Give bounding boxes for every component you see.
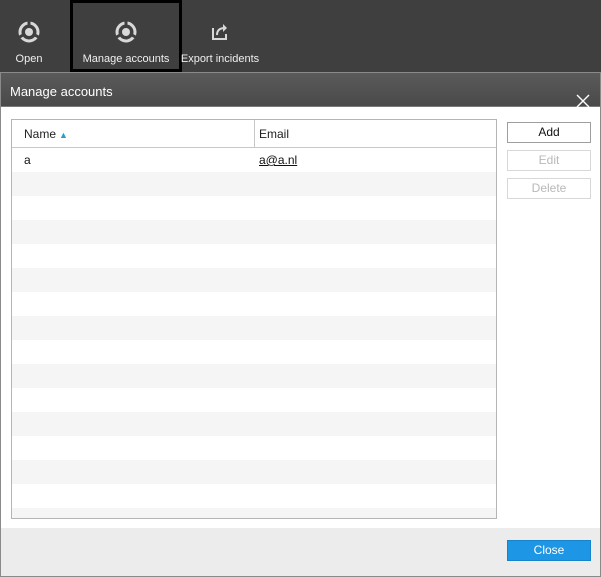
cell-email-link[interactable]: a@a.nl [255, 148, 496, 172]
empty-row [12, 244, 496, 268]
export-icon [208, 20, 232, 44]
edit-button[interactable]: Edit [507, 150, 591, 171]
open-button[interactable]: Open [0, 0, 58, 72]
account-ring-icon [114, 20, 138, 44]
close-button[interactable]: Close [507, 540, 591, 561]
empty-row [12, 316, 496, 340]
manage-accounts-label: Manage accounts [82, 53, 170, 65]
empty-row [12, 196, 496, 220]
cell-name: a [24, 153, 31, 167]
table-header: Name ▲ Email [12, 120, 496, 148]
empty-row [12, 340, 496, 364]
export-incidents-label: Export incidents [180, 53, 260, 65]
dialog-title-bar: Manage accounts [1, 73, 600, 108]
empty-row [12, 220, 496, 244]
empty-row [12, 508, 496, 518]
column-header-name[interactable]: Name ▲ [12, 120, 255, 148]
empty-row [12, 460, 496, 484]
dialog-title: Manage accounts [10, 84, 113, 99]
empty-row [12, 268, 496, 292]
empty-row [12, 172, 496, 196]
open-label: Open [15, 53, 43, 65]
dialog-footer: Close [1, 528, 600, 576]
delete-button[interactable]: Delete [507, 178, 591, 199]
close-icon[interactable] [576, 85, 590, 108]
dialog-body: Name ▲ Email a a@a.nl Add Edit Delete [1, 107, 600, 528]
empty-row [12, 292, 496, 316]
empty-row [12, 412, 496, 436]
empty-row [12, 436, 496, 460]
main-toolbar: Open Manage accounts Export incidents [0, 0, 601, 72]
add-button[interactable]: Add [507, 122, 591, 143]
empty-row [12, 484, 496, 508]
column-header-email[interactable]: Email [255, 120, 496, 148]
empty-row [12, 388, 496, 412]
export-incidents-button[interactable]: Export incidents [180, 0, 260, 72]
account-ring-icon [17, 20, 41, 44]
accounts-table: Name ▲ Email a a@a.nl [11, 119, 497, 519]
table-row[interactable]: a a@a.nl [12, 148, 496, 172]
empty-row [12, 364, 496, 388]
sort-ascending-icon: ▲ [59, 130, 68, 140]
manage-accounts-button[interactable]: Manage accounts [70, 0, 182, 72]
manage-accounts-dialog: Manage accounts Name ▲ Email a a@a.nl Ad… [0, 72, 601, 577]
